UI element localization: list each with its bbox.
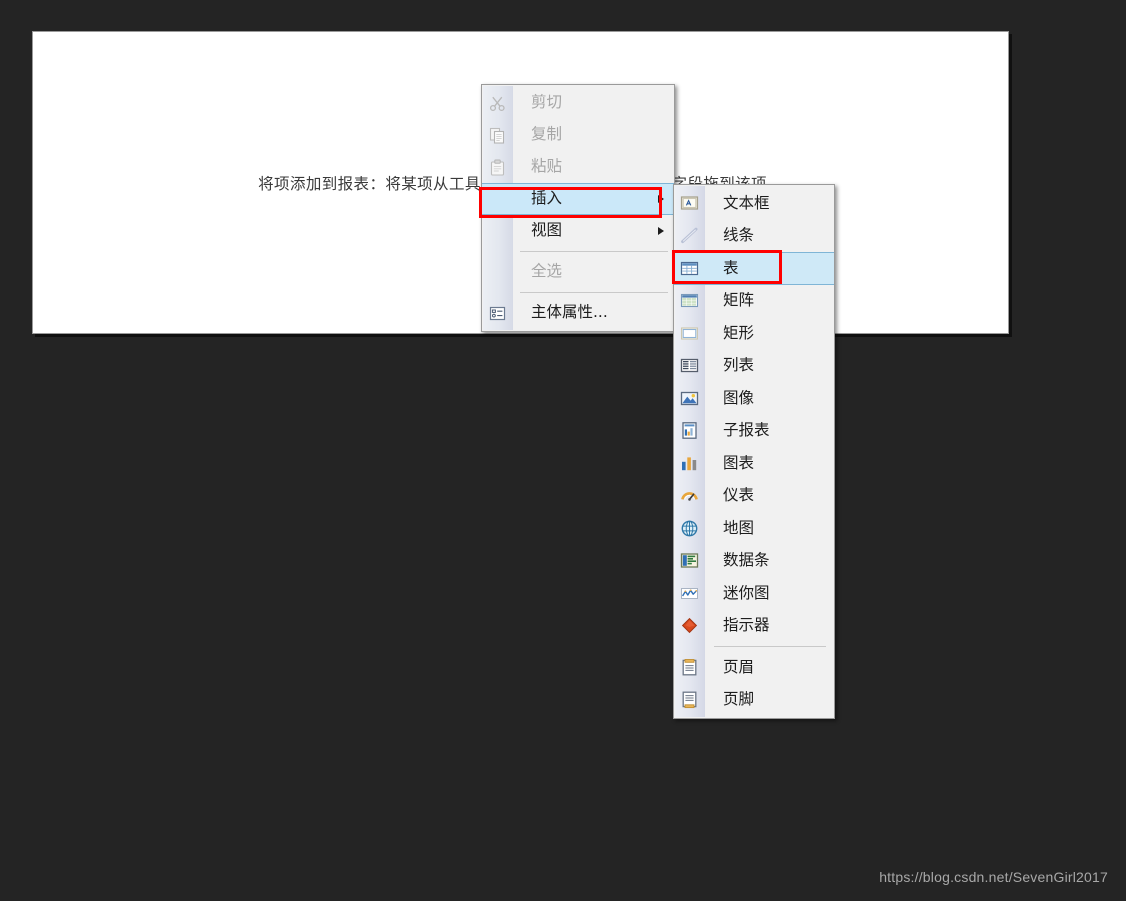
submenu-separator — [714, 646, 826, 647]
textbox-icon — [674, 187, 705, 220]
header-icon — [674, 651, 705, 684]
context-menu[interactable]: 剪切 复制 粘贴 插入 视图 全选 主体属性... — [481, 84, 675, 332]
footer-icon — [674, 684, 705, 717]
menu-item-insert-icon-slot — [482, 184, 513, 214]
menu-item-view-label: 视图 — [531, 221, 563, 240]
screenshot-root: 将项添加到报表：将某项从工具箱拖到该区域，或将数据集字段拖到该项。 剪切 — [0, 0, 1126, 901]
submenu-item-list[interactable]: 列表 — [674, 350, 834, 383]
menu-item-select-all[interactable]: 全选 — [482, 256, 674, 288]
menu-item-body-properties[interactable]: 主体属性... — [482, 297, 674, 329]
menu-item-insert-label: 插入 — [531, 189, 563, 208]
sparkline-icon — [674, 577, 705, 610]
map-icon — [674, 512, 705, 545]
matrix-icon — [674, 285, 705, 318]
submenu-item-matrix-label: 矩阵 — [723, 291, 755, 309]
submenu-item-textbox-label: 文本框 — [723, 193, 770, 212]
submenu-item-table-label: 表 — [723, 258, 739, 277]
paste-icon — [482, 151, 513, 183]
menu-item-cut[interactable]: 剪切 — [482, 87, 674, 119]
submenu-item-databar-label: 数据条 — [723, 551, 770, 569]
menu-item-paste[interactable]: 粘贴 — [482, 151, 674, 183]
submenu-item-sparkline-label: 迷你图 — [723, 583, 770, 602]
submenu-item-page-footer[interactable]: 页脚 — [674, 684, 834, 717]
submenu-item-subreport-label: 子报表 — [723, 421, 770, 439]
chevron-right-icon — [658, 195, 664, 203]
submenu-item-rectangle-label: 矩形 — [723, 323, 755, 342]
menu-item-insert[interactable]: 插入 — [482, 183, 674, 215]
submenu-item-indicator[interactable]: 指示器 — [674, 610, 834, 643]
list-icon — [674, 350, 705, 383]
submenu-item-map[interactable]: 地图 — [674, 512, 834, 545]
submenu-item-page-footer-label: 页脚 — [723, 690, 755, 708]
menu-item-select-all-label: 全选 — [531, 262, 563, 281]
submenu-item-matrix[interactable]: 矩阵 — [674, 285, 834, 318]
menu-item-view-icon-slot — [482, 215, 513, 247]
submenu-item-table[interactable]: 表 — [674, 252, 834, 285]
gauge-icon — [674, 480, 705, 513]
chart-icon — [674, 447, 705, 480]
subreport-icon — [674, 415, 705, 448]
submenu-item-sparkline[interactable]: 迷你图 — [674, 577, 834, 610]
insert-submenu[interactable]: 文本框 线条 表 矩阵 矩形 列表 图像 子报表 图表 仪表 地图 数据条 迷你… — [673, 184, 835, 719]
submenu-item-map-label: 地图 — [723, 518, 755, 537]
submenu-item-image[interactable]: 图像 — [674, 382, 834, 415]
submenu-item-gauge[interactable]: 仪表 — [674, 480, 834, 513]
submenu-item-page-header[interactable]: 页眉 — [674, 651, 834, 684]
submenu-item-list-label: 列表 — [723, 356, 755, 374]
submenu-item-databar[interactable]: 数据条 — [674, 545, 834, 578]
submenu-item-line-label: 线条 — [723, 226, 755, 244]
menu-item-select-all-icon-slot — [482, 256, 513, 288]
submenu-item-gauge-label: 仪表 — [723, 486, 755, 504]
line-icon — [674, 220, 705, 253]
menu-item-paste-label: 粘贴 — [531, 157, 563, 176]
submenu-item-indicator-label: 指示器 — [723, 616, 770, 634]
submenu-item-line[interactable]: 线条 — [674, 220, 834, 253]
submenu-item-textbox[interactable]: 文本框 — [674, 187, 834, 220]
submenu-item-subreport[interactable]: 子报表 — [674, 415, 834, 448]
menu-separator — [520, 292, 668, 293]
image-icon — [674, 382, 705, 415]
menu-item-cut-label: 剪切 — [531, 93, 563, 112]
menu-item-copy-label: 复制 — [531, 125, 563, 144]
properties-icon — [482, 297, 513, 329]
submenu-item-chart-label: 图表 — [723, 453, 755, 472]
menu-item-view[interactable]: 视图 — [482, 215, 674, 247]
menu-separator — [520, 251, 668, 252]
copy-icon — [482, 119, 513, 151]
indicator-icon — [674, 610, 705, 643]
scissors-icon — [482, 87, 513, 119]
submenu-item-image-label: 图像 — [723, 388, 755, 407]
submenu-item-chart[interactable]: 图表 — [674, 447, 834, 480]
watermark-url: https://blog.csdn.net/SevenGirl2017 — [879, 869, 1108, 885]
submenu-item-rectangle[interactable]: 矩形 — [674, 317, 834, 350]
rectangle-icon — [674, 317, 705, 350]
chevron-right-icon — [658, 227, 664, 235]
menu-item-copy[interactable]: 复制 — [482, 119, 674, 151]
table-icon — [674, 253, 705, 284]
submenu-item-page-header-label: 页眉 — [723, 657, 755, 676]
menu-item-body-properties-label: 主体属性... — [531, 303, 608, 322]
databar-icon — [674, 545, 705, 578]
